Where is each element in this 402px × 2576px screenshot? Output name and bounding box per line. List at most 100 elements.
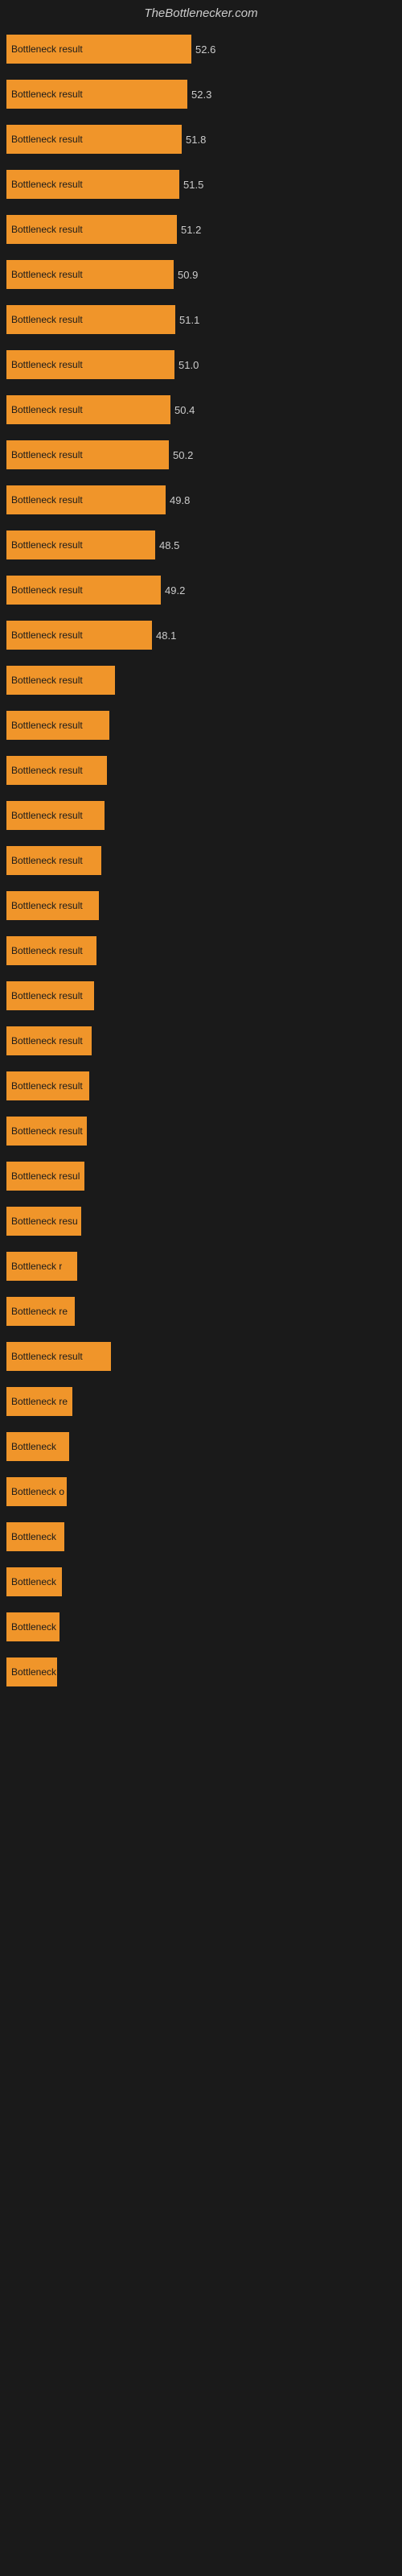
bar-label: Bottleneck result	[11, 314, 83, 325]
bar-value: 49.2	[165, 584, 185, 597]
bar-label: Bottleneck result	[11, 810, 83, 821]
bar-label: Bottleneck re	[11, 1306, 68, 1317]
bar-wrapper: Bottleneck result51.5	[6, 170, 396, 199]
bar-wrapper: Bottleneck result 48.5	[6, 530, 396, 559]
bar-value: 48.5	[159, 539, 179, 551]
bar-label: Bottleneck result	[11, 675, 83, 686]
bar-fill: Bottleneck result	[6, 1117, 87, 1146]
bar-label: Bottleneck result	[11, 1035, 83, 1046]
bar-row: Bottleneck result51.0	[0, 345, 402, 384]
bar-fill: Bottleneck result	[6, 260, 174, 289]
bar-fill: Bottleneck result	[6, 350, 174, 379]
bar-label: Bottleneck result	[11, 269, 83, 280]
bar-label: Bottleneck result	[11, 765, 83, 776]
bar-wrapper: Bottleneck resu	[6, 1207, 396, 1236]
bar-fill: Bottleneck	[6, 1432, 69, 1461]
bar-label: Bottleneck result	[11, 584, 83, 596]
bar-row: Bottleneck result	[0, 661, 402, 700]
bar-fill: Bottleneck resul	[6, 1162, 84, 1191]
bar-label: Bottleneck	[11, 1621, 56, 1633]
bar-row: Bottleneck result	[0, 1022, 402, 1060]
bar-label: Bottleneck result	[11, 1125, 83, 1137]
bar-fill: Bottleneck result	[6, 981, 94, 1010]
bar-row: Bottleneck result 51.2	[0, 210, 402, 249]
bar-row: Bottleneck result51.1	[0, 300, 402, 339]
bar-fill: Bottleneck result	[6, 576, 161, 605]
bar-wrapper: Bottleneck	[6, 1522, 396, 1551]
bar-fill: Bottleneck result	[6, 35, 191, 64]
bars-container: Bottleneck result52.6Bottleneck result52…	[0, 30, 402, 1698]
bar-fill: Bottleneck result	[6, 80, 187, 109]
bar-wrapper: Bottleneck result51.0	[6, 350, 396, 379]
bar-wrapper: Bottleneck result51.1	[6, 305, 396, 334]
bar-label: Bottleneck result	[11, 900, 83, 911]
bar-wrapper: Bottleneck n	[6, 1657, 396, 1686]
bar-wrapper: Bottleneck result 49.2	[6, 576, 396, 605]
bar-wrapper: Bottleneck result 52.3	[6, 80, 396, 109]
bar-row: Bottleneck result 49.2	[0, 571, 402, 609]
bar-label: Bottleneck result	[11, 630, 83, 641]
bar-row: Bottleneck result50.2	[0, 436, 402, 474]
bar-wrapper: Bottleneck result 51.2	[6, 215, 396, 244]
bar-label: Bottleneck	[11, 1441, 56, 1452]
bar-row: Bottleneck result52.6	[0, 30, 402, 68]
bar-wrapper: Bottleneck o	[6, 1477, 396, 1506]
bar-label: Bottleneck n	[11, 1666, 57, 1678]
bar-fill: Bottleneck n	[6, 1657, 57, 1686]
bar-label: Bottleneck result	[11, 89, 83, 100]
bar-row: Bottleneck result49.8	[0, 481, 402, 519]
bar-row: Bottleneck result51.5	[0, 165, 402, 204]
bar-row: Bottleneck r	[0, 1247, 402, 1286]
bar-wrapper: Bottleneck result49.8	[6, 485, 396, 514]
bar-fill: Bottleneck result	[6, 1026, 92, 1055]
bar-label: Bottleneck re	[11, 1396, 68, 1407]
bar-fill: Bottleneck result	[6, 485, 166, 514]
bar-label: Bottleneck result	[11, 359, 83, 370]
bar-value: 50.9	[178, 269, 198, 281]
bar-row: Bottleneck result 50.9	[0, 255, 402, 294]
bar-label: Bottleneck r	[11, 1261, 62, 1272]
bar-fill: Bottleneck result	[6, 530, 155, 559]
bar-fill: Bottleneck o	[6, 1477, 67, 1506]
bar-label: Bottleneck result	[11, 855, 83, 866]
bar-value: 51.2	[181, 224, 201, 236]
bar-wrapper: Bottleneck result	[6, 1117, 396, 1146]
bar-wrapper: Bottleneck result50.4	[6, 395, 396, 424]
bar-fill: Bottleneck resu	[6, 1207, 81, 1236]
bar-fill: Bottleneck r	[6, 1252, 77, 1281]
bar-fill: Bottleneck result	[6, 666, 115, 695]
bar-wrapper: Bottleneck resul	[6, 1162, 396, 1191]
bar-value: 52.3	[191, 89, 211, 101]
bar-wrapper: Bottleneck r	[6, 1252, 396, 1281]
bar-row: Bottleneck result	[0, 841, 402, 880]
bar-label: Bottleneck result	[11, 945, 83, 956]
bar-wrapper: Bottleneck result	[6, 756, 396, 785]
bar-fill: Bottleneck	[6, 1612, 59, 1641]
bar-wrapper: Bottleneck re	[6, 1297, 396, 1326]
bar-wrapper: Bottleneck result48.1	[6, 621, 396, 650]
bar-value: 51.5	[183, 179, 203, 191]
bar-row: Bottleneck result	[0, 1067, 402, 1105]
bar-wrapper: Bottleneck result	[6, 936, 396, 965]
bar-row: Bottleneck result	[0, 796, 402, 835]
bar-fill: Bottleneck result	[6, 891, 99, 920]
bar-fill: Bottleneck result	[6, 215, 177, 244]
bar-wrapper: Bottleneck	[6, 1432, 396, 1461]
bar-fill: Bottleneck result	[6, 801, 105, 830]
bar-value: 51.8	[186, 134, 206, 146]
bar-fill: Bottleneck result	[6, 1342, 111, 1371]
bar-label: Bottleneck result	[11, 1351, 83, 1362]
bar-fill: Bottleneck re	[6, 1387, 72, 1416]
bar-wrapper: Bottleneck result	[6, 981, 396, 1010]
bar-label: Bottleneck result	[11, 990, 83, 1001]
bar-row: Bottleneck re	[0, 1292, 402, 1331]
bar-fill: Bottleneck result	[6, 711, 109, 740]
bar-fill: Bottleneck	[6, 1522, 64, 1551]
bar-row: Bottleneck	[0, 1517, 402, 1556]
bar-row: Bottleneck result	[0, 931, 402, 970]
bar-row: Bottleneck result50.4	[0, 390, 402, 429]
bar-row: Bottleneck re	[0, 1382, 402, 1421]
bar-row: Bottleneck result 52.3	[0, 75, 402, 114]
bar-wrapper: Bottleneck	[6, 1612, 396, 1641]
bar-label: Bottleneck o	[11, 1486, 64, 1497]
